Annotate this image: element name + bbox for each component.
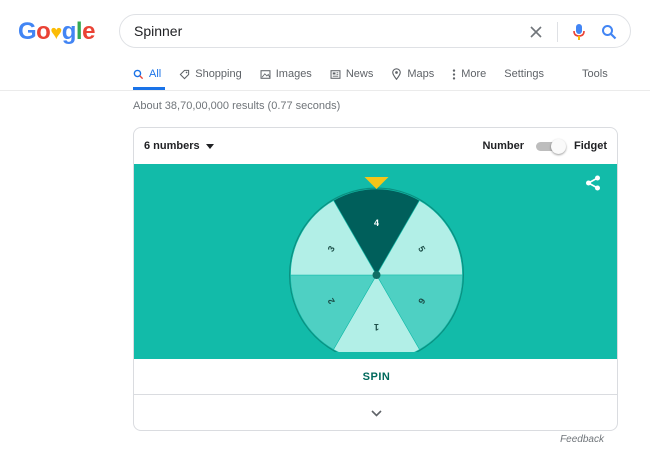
mode-toggle[interactable] <box>534 139 566 154</box>
newspaper-icon <box>330 69 341 79</box>
tab-label: Maps <box>407 68 435 80</box>
tab-label: News <box>345 68 374 80</box>
spinner-card: 6 numbers Number Fidget 456123 SPIN <box>133 127 618 431</box>
mode-number-label: Number <box>482 140 524 152</box>
toggle-thumb <box>551 139 566 154</box>
tab-images[interactable]: Images <box>260 66 312 82</box>
mode-fidget-label: Fidget <box>574 140 607 152</box>
tab-maps[interactable]: Maps <box>391 66 434 82</box>
dropdown-label: 6 numbers <box>144 140 200 152</box>
feedback-link[interactable]: Feedback <box>560 434 604 445</box>
tools-link[interactable]: Tools <box>582 66 608 82</box>
wheel-label-1: 1 <box>374 322 379 332</box>
wheel-label-4: 4 <box>374 218 379 228</box>
spin-button[interactable]: SPIN <box>134 359 617 395</box>
spinner-controls: 6 numbers Number Fidget <box>134 128 617 164</box>
tag-icon <box>179 69 190 79</box>
clear-icon[interactable] <box>525 21 547 43</box>
tab-label: Shopping <box>195 68 242 80</box>
chevron-down-icon <box>371 409 382 417</box>
search-actions <box>525 15 620 49</box>
search-icon <box>133 69 144 79</box>
search-icon[interactable] <box>598 21 620 43</box>
tab-shopping[interactable]: Shopping <box>179 66 242 82</box>
caret-down-icon <box>205 143 214 149</box>
image-icon <box>260 69 271 79</box>
google-logo[interactable]: Go♥gle <box>18 18 95 46</box>
wheel-graphic: 456123 <box>289 177 464 363</box>
settings-link[interactable]: Settings <box>504 66 544 82</box>
logo-letter-o: o <box>36 18 51 45</box>
share-icon[interactable] <box>584 174 602 192</box>
microphone-icon[interactable] <box>568 21 590 43</box>
wheel-hub <box>372 271 381 279</box>
search-divider <box>557 22 558 42</box>
logo-letter-g: G <box>18 18 37 45</box>
tab-label: More <box>461 68 487 80</box>
tab-label: All <box>149 68 162 80</box>
search-box <box>119 14 631 48</box>
spinner-stage: 456123 <box>134 164 617 363</box>
header-divider <box>0 90 650 91</box>
number-count-dropdown[interactable]: 6 numbers <box>144 140 214 152</box>
logo-letter-g2: g <box>61 18 77 45</box>
spin-label: SPIN <box>362 370 391 383</box>
results-stats: About 38,70,00,000 results (0.77 seconds… <box>133 100 341 112</box>
spinner-wheel[interactable]: 456123 <box>289 174 464 363</box>
pointer-icon <box>364 177 389 189</box>
more-vert-icon <box>453 68 456 80</box>
search-input[interactable] <box>134 23 514 39</box>
search-tabs: All Shopping Images News Maps More Setti… <box>133 66 620 90</box>
tab-label: Images <box>275 68 312 80</box>
tab-news[interactable]: News <box>330 66 374 82</box>
tools-group: Settings Tools <box>504 66 625 82</box>
expand-button[interactable] <box>134 395 617 430</box>
tab-all[interactable]: All <box>133 66 161 82</box>
map-pin-icon <box>392 68 402 80</box>
mode-switch: Number Fidget <box>482 139 607 154</box>
logo-letter-e: e <box>82 18 95 45</box>
tab-more[interactable]: More <box>452 66 486 82</box>
logo-heart: ♥ <box>50 22 62 44</box>
